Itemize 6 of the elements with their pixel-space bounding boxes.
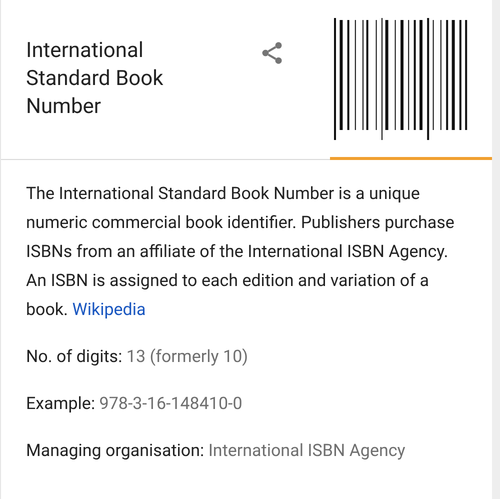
fact-text: No. of digits: 13 (formerly 10): [26, 346, 250, 369]
wikipedia-link[interactable]: Wikipedia: [72, 300, 146, 320]
description-text: The International Standard Book Number is a unique numeric commercial book identifier. Publishers purchase ISBNs from an affiliate of the International ISBN Agency. An ISBN is assigned to each edition and variation of a book. Wikipedia: [26, 183, 456, 322]
card-title: International Standard Book Number: [25, 38, 164, 121]
fact-text: Managing organisation: International ISBN Agency: [26, 440, 406, 463]
fact-text: Example: 978-3-16-148410-0: [26, 393, 244, 416]
